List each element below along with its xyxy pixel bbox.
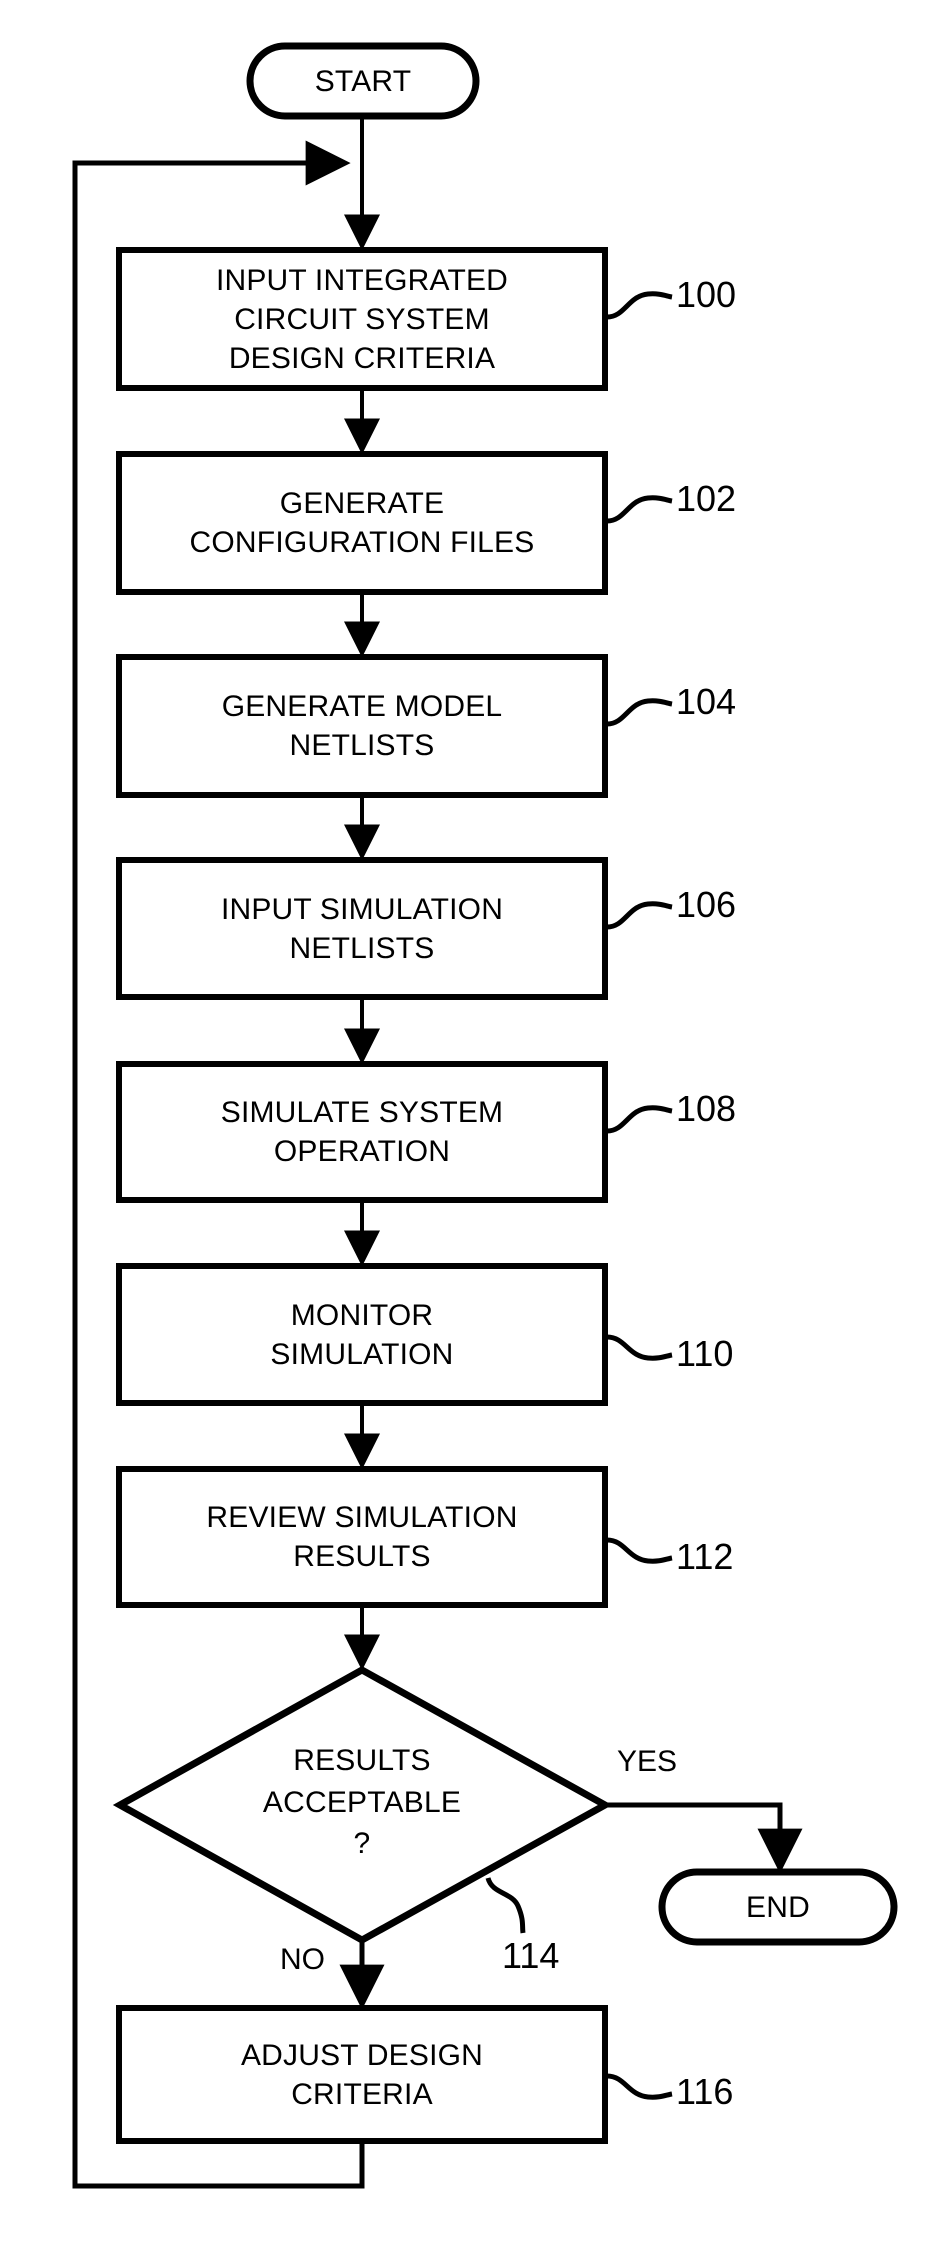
reference-numeral-102: 102 xyxy=(676,478,737,519)
leader-line-100 xyxy=(606,291,673,320)
reference-numeral-112: 112 xyxy=(676,1536,734,1577)
process-box-110-shape xyxy=(116,1263,608,1406)
flowchart-canvas: START INPUT INTEGRATED CIRCUIT SYSTEM DE… xyxy=(0,0,951,2264)
leader-line-106 xyxy=(606,901,673,930)
reference-numeral-106: 106 xyxy=(676,884,737,925)
leader-line-108 xyxy=(606,1105,673,1134)
edge-114-yes-to-end xyxy=(605,1802,803,1874)
reference-numeral-108: 108 xyxy=(676,1088,737,1129)
leader-line-112 xyxy=(606,1537,673,1564)
process-box-108-shape xyxy=(116,1061,608,1203)
process-box-106-shape xyxy=(116,857,608,1000)
reference-numeral-100: 100 xyxy=(676,274,737,315)
leader-line-116 xyxy=(606,2073,673,2100)
process-box-104-shape xyxy=(116,654,608,798)
leader-line-114 xyxy=(485,1877,526,1934)
end-node-shape xyxy=(658,1868,898,1946)
leader-line-110 xyxy=(606,1334,673,1361)
process-box-116-shape xyxy=(116,2005,608,2144)
decision-diamond-114-shape xyxy=(112,1665,613,1945)
leader-line-102 xyxy=(606,495,673,524)
process-box-112-shape xyxy=(116,1466,608,1608)
reference-numeral-114: 114 xyxy=(502,1935,560,1976)
edge-label-yes: YES xyxy=(617,1745,678,1778)
reference-numeral-104: 104 xyxy=(676,681,737,722)
start-node-shape xyxy=(246,42,480,120)
leader-line-104 xyxy=(606,698,673,727)
flowchart-graphics xyxy=(72,42,898,2189)
edge-label-no: NO xyxy=(280,1943,325,1976)
process-box-100-shape xyxy=(116,247,608,391)
reference-numeral-110: 110 xyxy=(676,1333,734,1374)
reference-numeral-116: 116 xyxy=(676,2071,734,2112)
process-box-102-shape xyxy=(116,451,608,595)
